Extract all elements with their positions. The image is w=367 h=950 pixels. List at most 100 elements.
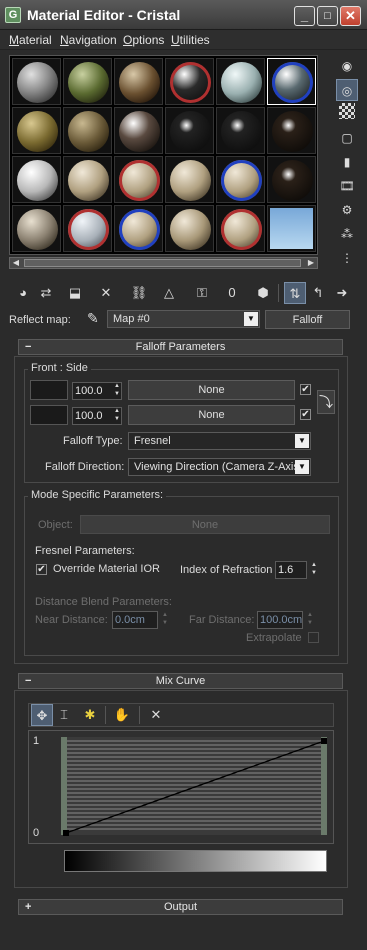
menu-options[interactable]: Options	[123, 33, 164, 47]
side-map-checkbox[interactable]: ✔	[300, 409, 311, 420]
sample-slot-empty[interactable]	[267, 205, 316, 252]
show-end-result-icon[interactable]: ⬢	[252, 282, 274, 304]
sample-slot[interactable]	[114, 156, 163, 203]
side-color-swatch[interactable]	[30, 405, 68, 425]
scroll-left-icon[interactable]: ◀	[10, 258, 22, 268]
options-icon[interactable]: ⚙	[336, 199, 358, 221]
select-by-material-icon[interactable]: ⁂	[336, 223, 358, 245]
scroll-thumb[interactable]	[24, 259, 301, 267]
spinner-arrows-icon[interactable]: ▲ ▼	[309, 561, 319, 579]
pick-material-icon[interactable]: ➜	[331, 282, 353, 304]
spinner-arrows-icon[interactable]: ▲ ▼	[112, 407, 122, 425]
near-distance-spinner[interactable]: 0.0cm	[112, 611, 158, 629]
make-preview-icon[interactable]: 🎞	[336, 175, 358, 197]
sample-slot[interactable]	[12, 58, 61, 105]
material-map-navigator-icon[interactable]: ⋮	[336, 247, 358, 269]
slots-scrollbar[interactable]: ◀ ▶	[9, 257, 318, 269]
background-checker-icon[interactable]	[339, 103, 355, 119]
menu-bar: Material Navigation Options Utilities	[0, 30, 367, 50]
menu-navigation[interactable]: Navigation	[60, 33, 117, 47]
scroll-right-icon[interactable]: ▶	[305, 258, 317, 268]
extrapolate-checkbox[interactable]	[308, 632, 319, 643]
sample-slot[interactable]	[267, 107, 316, 154]
sample-slot[interactable]	[114, 107, 163, 154]
front-map-checkbox[interactable]: ✔	[300, 384, 311, 395]
sample-slot[interactable]	[216, 156, 265, 203]
scale-point-icon[interactable]: ⌶	[53, 704, 75, 726]
delete-point-icon[interactable]: ✕	[145, 704, 167, 726]
extrapolate-label: Extrapolate	[246, 632, 302, 644]
menu-material[interactable]: Material	[9, 33, 52, 47]
add-point-icon[interactable]: ✱	[79, 704, 101, 726]
map-name-field[interactable]: Map #0 ▼	[107, 310, 260, 328]
map-type-button[interactable]: Falloff	[265, 310, 350, 329]
sample-slot[interactable]	[216, 205, 265, 252]
falloff-direction-dropdown[interactable]: Viewing Direction (Camera Z-Axis) ▼	[128, 458, 311, 476]
falloff-parameters-rollout[interactable]: − Falloff Parameters	[18, 339, 343, 355]
sample-slot[interactable]	[12, 107, 61, 154]
go-to-parent-icon[interactable]: ⇅	[284, 282, 306, 304]
pan-hand-icon[interactable]: ✋	[111, 704, 133, 726]
sample-slot[interactable]	[216, 58, 265, 105]
front-color-swatch[interactable]	[30, 380, 68, 400]
falloff-direction-label: Falloff Direction:	[45, 461, 125, 473]
video-color-check-icon[interactable]: ▮	[336, 151, 358, 173]
sample-slot[interactable]	[267, 156, 316, 203]
menu-utilities[interactable]: Utilities	[171, 33, 210, 47]
spinner-arrows-icon[interactable]: ▲ ▼	[112, 382, 122, 400]
sample-uv-tiling-icon[interactable]: ▢	[336, 127, 358, 149]
assign-to-selection-icon[interactable]: ⬓	[64, 282, 86, 304]
sample-slot[interactable]	[12, 205, 61, 252]
get-material-icon[interactable]: ◕	[12, 282, 34, 304]
sample-slot[interactable]	[63, 107, 112, 154]
sample-slot[interactable]	[63, 156, 112, 203]
sample-slot-active[interactable]	[267, 58, 316, 105]
output-rollout[interactable]: + Output	[18, 899, 343, 915]
spinner-arrows-icon[interactable]: ▲ ▼	[305, 611, 315, 629]
reset-map-icon[interactable]: ✕	[95, 282, 117, 304]
ior-spinner[interactable]: 1.6	[275, 561, 307, 579]
swap-colors-icon[interactable]: ⤵	[317, 390, 335, 414]
mix-curve-rollout[interactable]: − Mix Curve	[18, 673, 343, 689]
put-to-scene-icon[interactable]: ⇄	[35, 282, 57, 304]
sample-slot[interactable]	[114, 205, 163, 252]
toolbar-separator	[278, 284, 279, 302]
sample-slot[interactable]	[165, 107, 214, 154]
chevron-down-icon[interactable]: ▼	[295, 434, 309, 448]
far-distance-spinner[interactable]: 100.0cm	[257, 611, 303, 629]
make-unique-icon[interactable]: ⛓	[128, 282, 150, 304]
spinner-arrows-icon[interactable]: ▲ ▼	[160, 611, 170, 629]
sample-type-icon[interactable]: ◉	[336, 55, 358, 77]
output-gradient-preview	[64, 850, 327, 872]
mix-curve-graph[interactable]: 1 0	[28, 730, 334, 844]
chevron-down-icon[interactable]: ▼	[295, 460, 309, 474]
show-map-in-viewport-icon[interactable]: 0	[221, 282, 243, 304]
move-icon[interactable]: ✥	[31, 704, 53, 726]
front-map-button[interactable]: None	[128, 380, 295, 400]
minimize-button[interactable]: _	[294, 6, 315, 26]
sample-slot[interactable]	[165, 156, 214, 203]
object-pick-button[interactable]: None	[80, 515, 330, 534]
go-forward-sibling-icon[interactable]: ↰	[307, 282, 329, 304]
material-effects-channel-icon[interactable]: ⚿	[191, 282, 213, 304]
map-name-row: Reflect map: ✎ Map #0 ▼ Falloff	[0, 310, 367, 330]
maximize-button[interactable]: □	[317, 6, 338, 26]
override-ior-checkbox[interactable]: ✔	[36, 564, 47, 575]
falloff-type-dropdown[interactable]: Fresnel ▼	[128, 432, 311, 450]
chevron-down-icon[interactable]: ▼	[244, 312, 258, 326]
curve-canvas[interactable]	[29, 731, 335, 845]
reflect-map-label: Reflect map:	[9, 314, 71, 326]
close-button[interactable]: ✕	[340, 6, 361, 26]
side-map-button[interactable]: None	[128, 405, 295, 425]
backlight-icon[interactable]: ◎	[336, 79, 358, 101]
sample-slot[interactable]	[63, 205, 112, 252]
sample-slot[interactable]	[12, 156, 61, 203]
sample-slot[interactable]	[165, 205, 214, 252]
sample-slot[interactable]	[165, 58, 214, 105]
sample-slot[interactable]	[63, 58, 112, 105]
put-to-library-icon[interactable]: △	[158, 282, 180, 304]
eyedropper-icon[interactable]: ✎	[87, 310, 99, 327]
sample-slot[interactable]	[114, 58, 163, 105]
sample-slot[interactable]	[216, 107, 265, 154]
falloff-type-label: Falloff Type:	[63, 435, 123, 447]
